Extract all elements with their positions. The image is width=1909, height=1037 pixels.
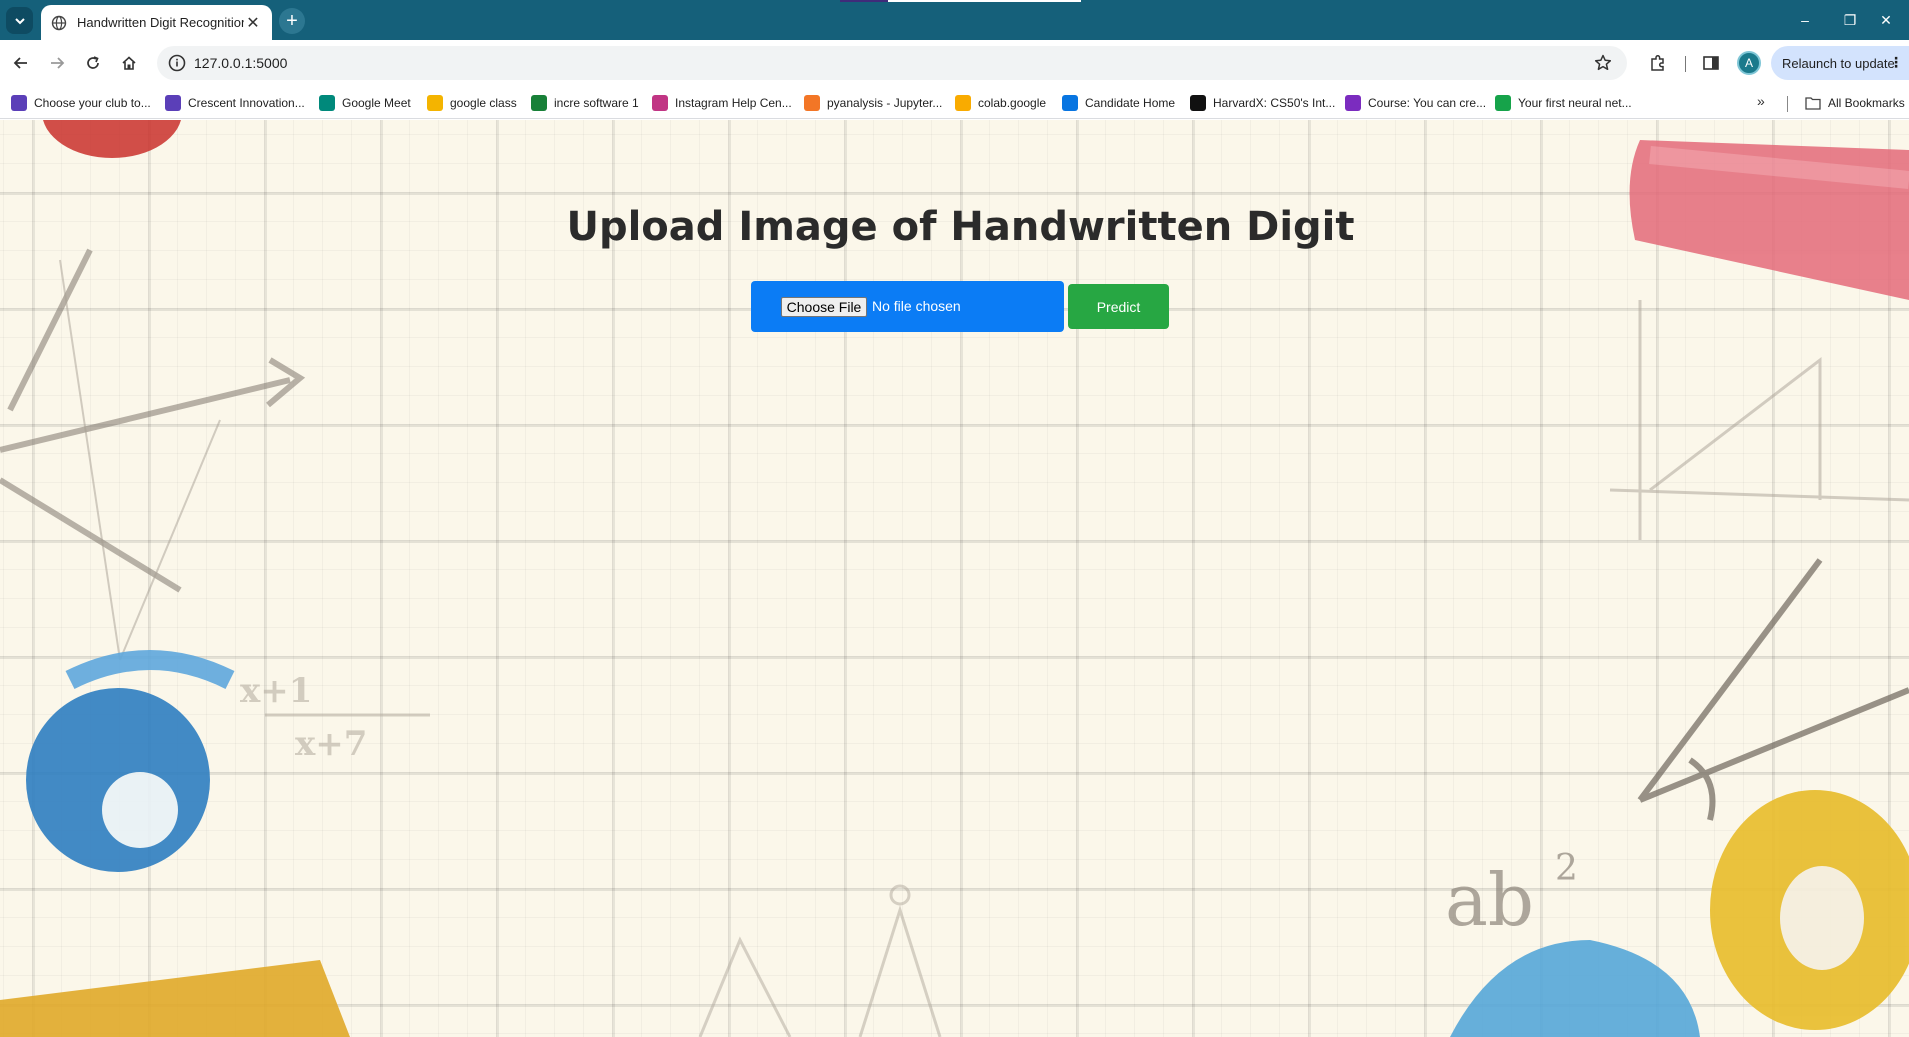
all-bookmarks-button[interactable]: All Bookmarks bbox=[1805, 93, 1905, 113]
address-bar[interactable]: 127.0.0.1:5000 bbox=[157, 46, 1627, 80]
bookmark-item[interactable]: Course: You can cre... bbox=[1345, 93, 1486, 113]
svg-text:x+7: x+7 bbox=[295, 724, 367, 764]
file-status-text: No file chosen bbox=[872, 298, 961, 314]
arrow-left-icon bbox=[13, 57, 27, 69]
bookmarks-divider bbox=[1787, 96, 1788, 112]
sketch-doodle bbox=[59, 259, 221, 661]
bookmarks-bar: Choose your club to... Crescent Innovati… bbox=[0, 86, 1909, 119]
tab-strip: Handwritten Digit Recognition ✕ + – ❐ ✕ bbox=[0, 0, 1909, 40]
tab-strip-accent bbox=[840, 0, 888, 2]
bookmark-item[interactable]: Google Meet bbox=[319, 93, 411, 113]
upload-form: Choose File No file chosen Predict bbox=[751, 281, 1169, 332]
bookmark-star-icon[interactable] bbox=[1593, 53, 1613, 73]
relaunch-label: Relaunch to update bbox=[1782, 55, 1895, 71]
puzzle-icon bbox=[1651, 54, 1664, 71]
meet-icon bbox=[319, 95, 335, 111]
reload-button[interactable] bbox=[79, 49, 107, 77]
bookmark-label: HarvardX: CS50's Int... bbox=[1213, 96, 1336, 110]
blue-shape-doodle bbox=[1450, 940, 1700, 1037]
menu-kebab-icon[interactable]: ⋮ bbox=[1889, 55, 1903, 69]
side-panel-icon bbox=[1703, 56, 1719, 70]
edx-icon bbox=[1190, 95, 1206, 111]
choose-file-button[interactable]: Choose File bbox=[781, 297, 867, 317]
bookmark-item[interactable]: Candidate Home bbox=[1062, 93, 1175, 113]
fraction-doodle: x+1 x+7 bbox=[240, 671, 430, 764]
home-icon bbox=[122, 56, 136, 70]
ab-squared-doodle: ab bbox=[1445, 858, 1534, 942]
blue-six-doodle bbox=[26, 650, 235, 872]
superscript-doodle: 2 bbox=[1555, 848, 1578, 889]
bookmark-item[interactable]: Your first neural net... bbox=[1495, 93, 1632, 113]
colab-icon bbox=[955, 95, 971, 111]
bookmark-label: google class bbox=[450, 96, 517, 110]
bookmark-item[interactable]: google class bbox=[427, 93, 517, 113]
bookmark-item[interactable]: pyanalysis - Jupyter... bbox=[804, 93, 942, 113]
instagram-icon bbox=[652, 95, 668, 111]
back-button[interactable] bbox=[7, 49, 35, 77]
bookmark-label: pyanalysis - Jupyter... bbox=[827, 96, 943, 110]
ruler-doodle bbox=[0, 960, 350, 1037]
predict-button[interactable]: Predict bbox=[1068, 284, 1169, 329]
folder-icon bbox=[1805, 97, 1821, 110]
page-title: Upload Image of Handwritten Digit bbox=[566, 204, 1355, 250]
extensions-button[interactable] bbox=[1647, 52, 1669, 74]
forward-button[interactable] bbox=[43, 49, 71, 77]
arrow-right-icon bbox=[51, 57, 65, 69]
bookmark-item[interactable]: colab.google bbox=[955, 93, 1046, 113]
page-viewport: x+1 x+7 ab 2 Upload Image of Handwritten… bbox=[0, 120, 1909, 1037]
svg-text:x+1: x+1 bbox=[240, 671, 312, 711]
file-input[interactable]: Choose File No file chosen bbox=[751, 281, 1064, 332]
bookmark-item[interactable]: Instagram Help Cen... bbox=[652, 93, 792, 113]
arrow-doodle bbox=[0, 248, 306, 593]
minimize-button[interactable]: – bbox=[1782, 0, 1828, 40]
home-button[interactable] bbox=[115, 49, 143, 77]
bookmarks-overflow-icon[interactable]: » bbox=[1757, 93, 1765, 109]
bookmark-label: incre software 1 bbox=[554, 96, 639, 110]
triangle-doodle bbox=[698, 884, 942, 1037]
bookmark-label: Instagram Help Cen... bbox=[675, 96, 792, 110]
toolbar-divider bbox=[1685, 56, 1686, 72]
all-bookmarks-label: All Bookmarks bbox=[1828, 96, 1905, 110]
bookmark-label: Google Meet bbox=[342, 96, 411, 110]
browser-toolbar: 127.0.0.1:5000 A Relaunch to update ⋮ bbox=[0, 40, 1909, 86]
window-close-button[interactable]: ✕ bbox=[1863, 0, 1909, 40]
geometry-doodle bbox=[1609, 300, 1909, 540]
bookmark-label: Choose your club to... bbox=[34, 96, 151, 110]
kaggle-icon bbox=[1495, 95, 1511, 111]
tab-title: Handwritten Digit Recognition bbox=[77, 15, 244, 30]
workday-icon bbox=[1062, 95, 1078, 111]
jupyter-icon bbox=[804, 95, 820, 111]
globe-icon bbox=[51, 15, 67, 30]
yellow-zero-doodle bbox=[1710, 790, 1909, 1030]
tab-search-button[interactable] bbox=[6, 7, 33, 34]
site-info-icon[interactable] bbox=[167, 53, 187, 73]
red-ball-doodle bbox=[43, 120, 181, 158]
bookmark-label: Course: You can cre... bbox=[1368, 96, 1487, 110]
compass-doodle bbox=[1637, 558, 1909, 821]
reload-icon bbox=[87, 56, 99, 69]
profile-avatar[interactable]: A bbox=[1737, 51, 1761, 75]
chevron-down-icon bbox=[14, 17, 25, 24]
bookmark-label: Candidate Home bbox=[1085, 96, 1176, 110]
course-icon bbox=[1345, 95, 1361, 111]
form-icon bbox=[165, 95, 181, 111]
side-panel-button[interactable] bbox=[1700, 52, 1722, 74]
bookmark-item[interactable]: Choose your club to... bbox=[11, 93, 151, 113]
check-circle-icon bbox=[531, 95, 547, 111]
tab-close-icon[interactable]: ✕ bbox=[244, 13, 262, 33]
form-icon bbox=[11, 95, 27, 111]
bookmark-item[interactable]: incre software 1 bbox=[531, 93, 639, 113]
bookmark-label: Crescent Innovation... bbox=[188, 96, 305, 110]
bookmark-item[interactable]: HarvardX: CS50's Int... bbox=[1190, 93, 1335, 113]
classroom-icon bbox=[427, 95, 443, 111]
tab-active[interactable]: Handwritten Digit Recognition ✕ bbox=[41, 5, 272, 40]
new-tab-button[interactable]: + bbox=[279, 8, 305, 34]
url-text[interactable]: 127.0.0.1:5000 bbox=[194, 55, 287, 71]
bookmark-label: colab.google bbox=[978, 96, 1047, 110]
relaunch-button[interactable]: Relaunch to update ⋮ bbox=[1771, 46, 1909, 80]
bookmark-label: Your first neural net... bbox=[1518, 96, 1632, 110]
tab-strip-highlight bbox=[888, 0, 1081, 2]
math-doodle-background: x+1 x+7 ab 2 bbox=[0, 120, 1909, 1037]
bookmark-item[interactable]: Crescent Innovation... bbox=[165, 93, 305, 113]
